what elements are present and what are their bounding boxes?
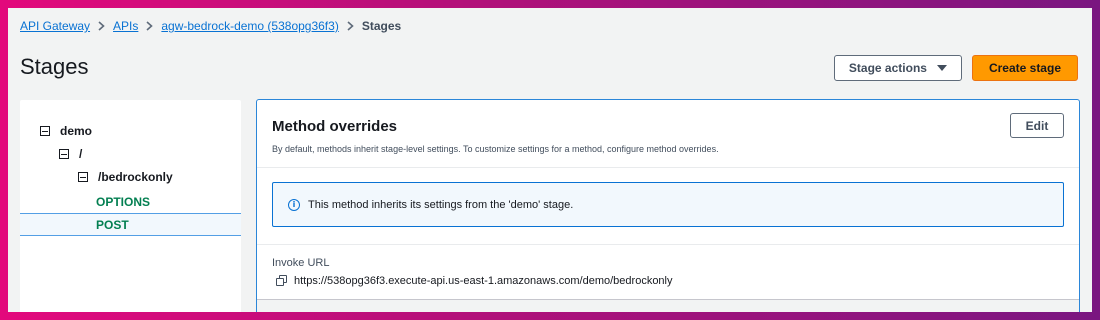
divider xyxy=(257,244,1079,245)
invoke-url-value: https://538opg36f3.execute-api.us-east-1… xyxy=(294,275,673,287)
next-section-edge xyxy=(257,299,1079,312)
create-stage-button[interactable]: Create stage xyxy=(971,55,1078,81)
invoke-url-label: Invoke URL xyxy=(272,257,330,269)
header-actions: Stage actions Create stage xyxy=(833,55,1078,81)
tree-node-root-label: / xyxy=(79,147,83,161)
info-message: This method inherits its settings from t… xyxy=(308,198,574,211)
tree-node-resource-label: /bedrockonly xyxy=(98,170,173,184)
chevron-right-icon xyxy=(98,21,105,31)
stage-actions-button[interactable]: Stage actions xyxy=(833,55,962,81)
tree-node-method-options[interactable]: OPTIONS xyxy=(96,195,150,209)
chevron-right-icon xyxy=(146,21,154,31)
chevron-right-icon xyxy=(347,21,354,31)
tree-node-stage-label: demo xyxy=(60,124,93,138)
tree-node-resource[interactable]: /bedrockonly xyxy=(78,170,173,184)
method-post-label: POST xyxy=(96,218,129,232)
breadcrumb-current: Stages xyxy=(361,19,402,33)
tree-selection-highlight xyxy=(20,213,241,236)
stage-tree: demo / /bedrockonly OPTIONS POST xyxy=(20,100,241,312)
breadcrumb: API Gateway APIs agw-bedrock-demo (538op… xyxy=(20,18,401,34)
edit-button[interactable]: Edit xyxy=(1010,113,1064,138)
method-options-label: OPTIONS xyxy=(96,195,151,209)
section-description: By default, methods inherit stage-level … xyxy=(272,144,719,154)
collapse-icon[interactable] xyxy=(40,126,50,136)
collapse-icon[interactable] xyxy=(78,172,88,182)
invoke-url-row: https://538opg36f3.execute-api.us-east-1… xyxy=(276,275,673,287)
section-title: Method overrides xyxy=(272,118,398,135)
page-title: Stages xyxy=(20,54,89,79)
tree-node-method-post[interactable]: POST xyxy=(96,218,129,232)
info-alert: i This method inherits its settings from… xyxy=(272,182,1064,227)
copy-icon[interactable] xyxy=(276,275,288,287)
divider xyxy=(257,167,1079,168)
breadcrumb-api-gateway[interactable]: API Gateway xyxy=(20,19,90,33)
breadcrumb-api-name[interactable]: agw-bedrock-demo (538opg36f3) xyxy=(161,19,338,33)
collapse-icon[interactable] xyxy=(59,149,69,159)
method-overrides-panel: Method overrides By default, methods inh… xyxy=(256,99,1080,312)
tree-node-root[interactable]: / xyxy=(59,147,82,161)
stage-actions-label: Stage actions xyxy=(848,61,927,75)
breadcrumb-apis[interactable]: APIs xyxy=(113,19,138,33)
console-frame: API Gateway APIs agw-bedrock-demo (538op… xyxy=(8,8,1092,312)
tree-node-stage[interactable]: demo xyxy=(40,124,92,138)
info-icon: i xyxy=(288,198,300,211)
caret-down-icon xyxy=(936,65,947,71)
